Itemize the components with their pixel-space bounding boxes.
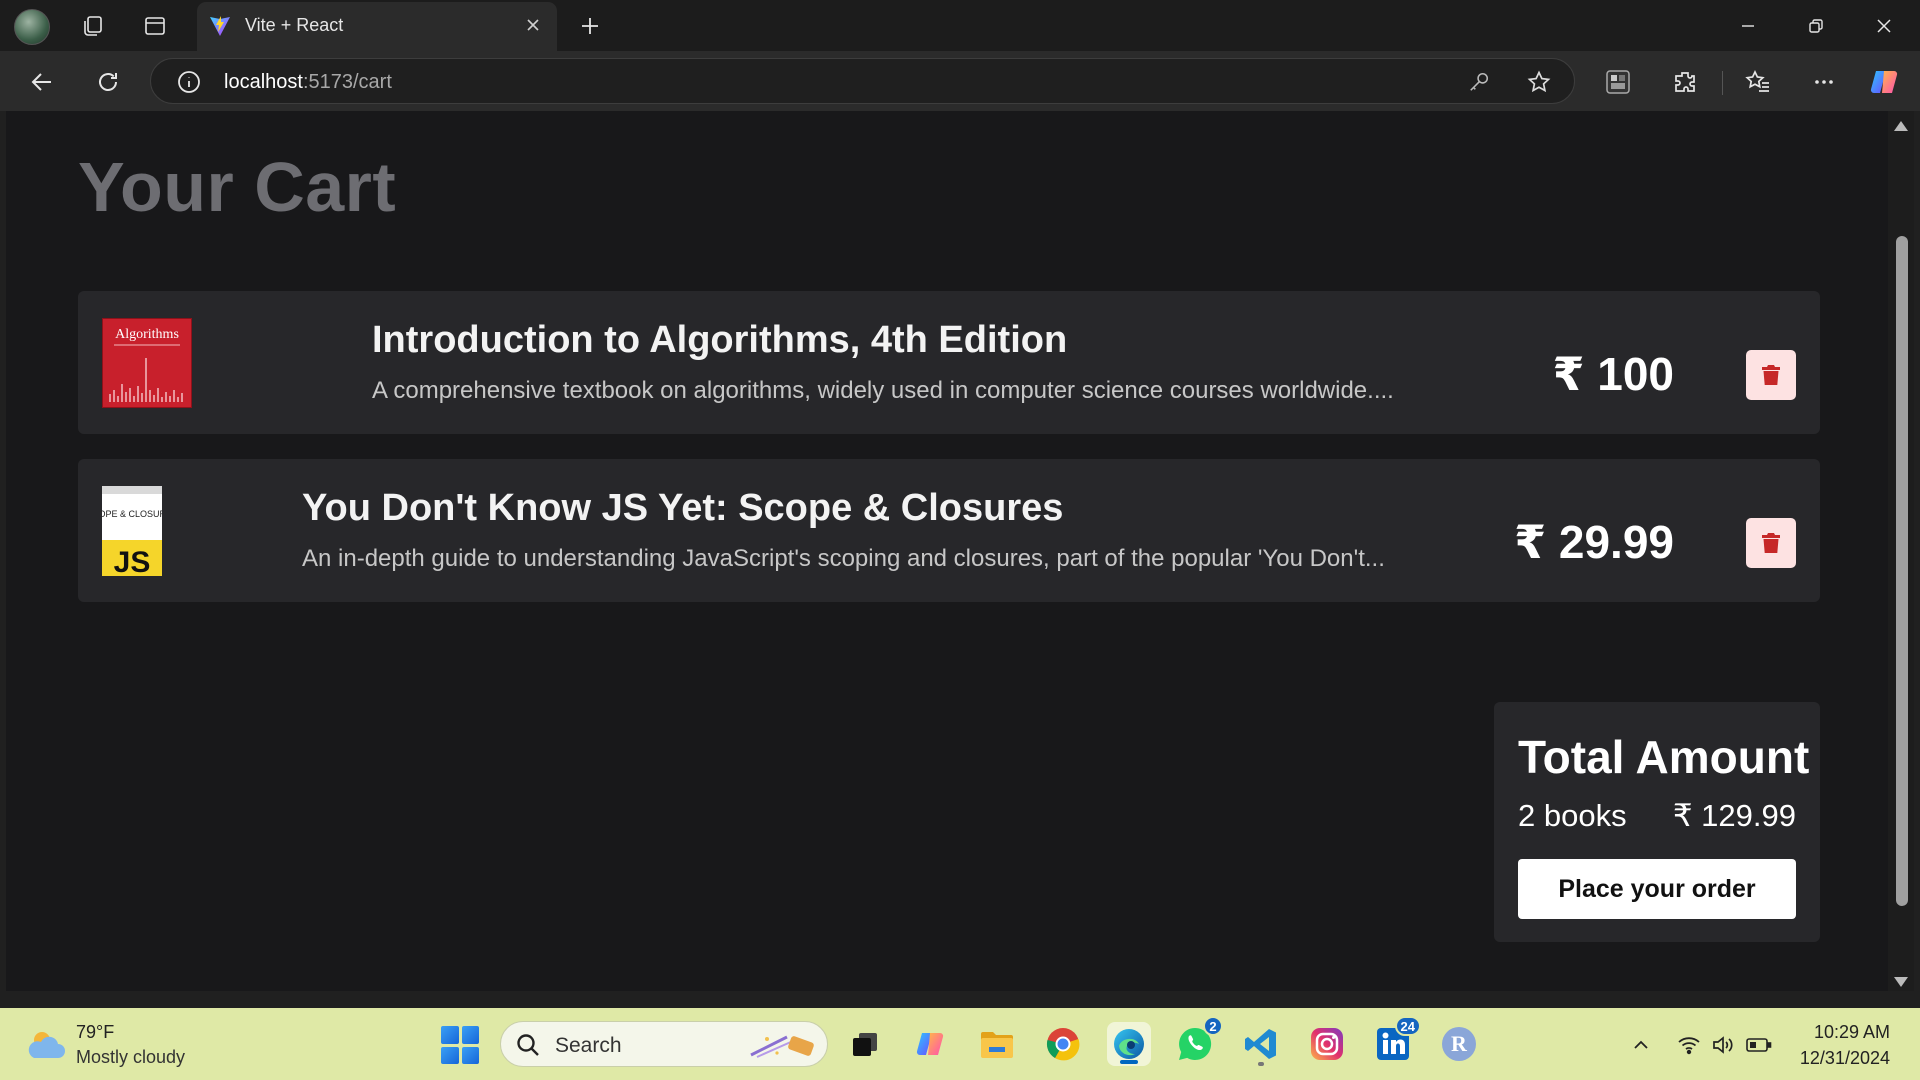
scroll-down-arrow-icon[interactable]: [1894, 977, 1908, 987]
close-window-icon[interactable]: [1850, 0, 1918, 51]
vscode-icon[interactable]: [1239, 1022, 1283, 1066]
address-bar[interactable]: localhost:5173/cart: [150, 58, 1575, 104]
cart-item: SCOPE & CLOSURES JS You Don't Know JS Ye…: [78, 459, 1820, 602]
file-explorer-icon[interactable]: [975, 1022, 1019, 1066]
place-order-button[interactable]: Place your order: [1518, 859, 1796, 919]
vite-logo-icon: [210, 16, 230, 36]
trash-icon: [1762, 365, 1780, 385]
item-description: A comprehensive textbook on algorithms, …: [372, 377, 1394, 404]
new-tab-icon[interactable]: [572, 8, 608, 44]
clock-date[interactable]: 12/31/2024: [1800, 1048, 1890, 1069]
windows-taskbar: 79°F Mostly cloudy Search 2 24 R 10:29 A…: [0, 1008, 1920, 1080]
item-price: ₹ 29.99: [1514, 516, 1674, 568]
weather-condition[interactable]: Mostly cloudy: [76, 1047, 185, 1068]
refresh-icon[interactable]: [88, 63, 128, 101]
book-cover-algorithms: Algorithms: [102, 318, 192, 408]
weather-temperature[interactable]: 79°F: [76, 1022, 114, 1043]
page-title: Your Cart: [78, 148, 397, 226]
linkedin-badge: 24: [1394, 1016, 1421, 1036]
cart-item: Algorithms Introduction to Algorithms, 4…: [78, 291, 1820, 434]
whatsapp-icon[interactable]: 2: [1173, 1016, 1223, 1066]
chrome-icon[interactable]: [1041, 1022, 1085, 1066]
profile-avatar[interactable]: [14, 9, 50, 45]
windows-start-icon[interactable]: [441, 1026, 479, 1064]
toolbar-separator: [1722, 71, 1723, 95]
item-description: An in-depth guide to understanding JavaS…: [302, 545, 1385, 572]
workspaces-icon[interactable]: [75, 9, 111, 43]
page-viewport: Your Cart Algorithms Introduction to Alg…: [6, 111, 1888, 991]
minimize-icon[interactable]: [1714, 0, 1782, 51]
item-title: You Don't Know JS Yet: Scope & Closures: [302, 487, 1064, 529]
item-title: Introduction to Algorithms, 4th Edition: [372, 319, 1068, 361]
summary-total-amount: ₹ 129.99: [1672, 798, 1796, 833]
order-summary: Total Amount 2 books ₹ 129.99 Place your…: [1494, 702, 1820, 942]
url-path: :5173/cart: [302, 71, 392, 93]
url-text[interactable]: localhost:5173/cart: [224, 71, 392, 94]
whatsapp-badge: 2: [1203, 1016, 1223, 1036]
running-app-indicator: [1258, 1062, 1264, 1066]
volume-icon[interactable]: [1710, 1032, 1736, 1058]
favorites-icon[interactable]: [1739, 63, 1777, 101]
show-hidden-icons-chevron-icon[interactable]: [1628, 1032, 1654, 1058]
favorite-star-icon[interactable]: [1525, 68, 1553, 96]
algorithms-cover-title: Algorithms: [115, 327, 179, 342]
search-icon: [517, 1034, 539, 1056]
search-placeholder: Search: [555, 1034, 622, 1057]
browser-toolbar: localhost:5173/cart: [0, 51, 1920, 111]
edge-icon[interactable]: [1107, 1022, 1151, 1066]
back-arrow-icon[interactable]: [22, 63, 62, 101]
key-icon[interactable]: [1465, 68, 1493, 96]
url-host: localhost: [224, 71, 303, 93]
trash-icon: [1762, 533, 1780, 553]
copilot-icon[interactable]: [1866, 63, 1904, 101]
site-info-icon[interactable]: [177, 70, 201, 94]
remove-item-button[interactable]: [1746, 350, 1796, 400]
wifi-icon[interactable]: [1676, 1032, 1702, 1058]
remove-item-button[interactable]: [1746, 518, 1796, 568]
tab-title: Vite + React: [245, 15, 344, 35]
ydkjs-cover-title: JS: [114, 546, 151, 576]
taskbar-search-box[interactable]: Search: [500, 1021, 828, 1067]
user-profile-icon[interactable]: R: [1437, 1022, 1481, 1066]
scroll-thumb[interactable]: [1896, 236, 1908, 906]
browser-titlebar: Vite + React: [0, 0, 1920, 51]
active-app-indicator: [1120, 1060, 1138, 1064]
app-tile-icon[interactable]: [1599, 63, 1637, 101]
copilot-taskbar-icon[interactable]: [909, 1022, 953, 1066]
scroll-up-arrow-icon[interactable]: [1894, 121, 1908, 131]
restore-icon[interactable]: [1782, 0, 1850, 51]
extensions-icon[interactable]: [1666, 63, 1704, 101]
more-options-icon[interactable]: [1805, 63, 1843, 101]
screen: Vite + React localhost:5173/cart Your Ca…: [0, 0, 1920, 1080]
close-tab-icon[interactable]: [520, 12, 546, 38]
instagram-icon[interactable]: [1305, 1022, 1349, 1066]
book-cover-ydkjs: SCOPE & CLOSURES JS: [102, 486, 162, 576]
summary-title: Total Amount: [1518, 731, 1810, 783]
ydkjs-cover-subtitle: SCOPE & CLOSURES: [102, 509, 162, 519]
linkedin-icon[interactable]: 24: [1371, 1016, 1421, 1066]
search-highlight-icon: [750, 1035, 814, 1058]
item-price: ₹ 100: [1552, 348, 1674, 400]
task-view-icon[interactable]: [843, 1022, 887, 1066]
summary-book-count: 2 books: [1518, 798, 1627, 833]
battery-icon[interactable]: [1746, 1032, 1772, 1058]
page-scrollbar[interactable]: [1888, 111, 1914, 991]
cloudy-weather-icon[interactable]: [26, 1026, 66, 1062]
profile-letter: R: [1442, 1027, 1476, 1061]
clock-time[interactable]: 10:29 AM: [1814, 1022, 1890, 1043]
vertical-tabs-icon[interactable]: [137, 9, 173, 43]
